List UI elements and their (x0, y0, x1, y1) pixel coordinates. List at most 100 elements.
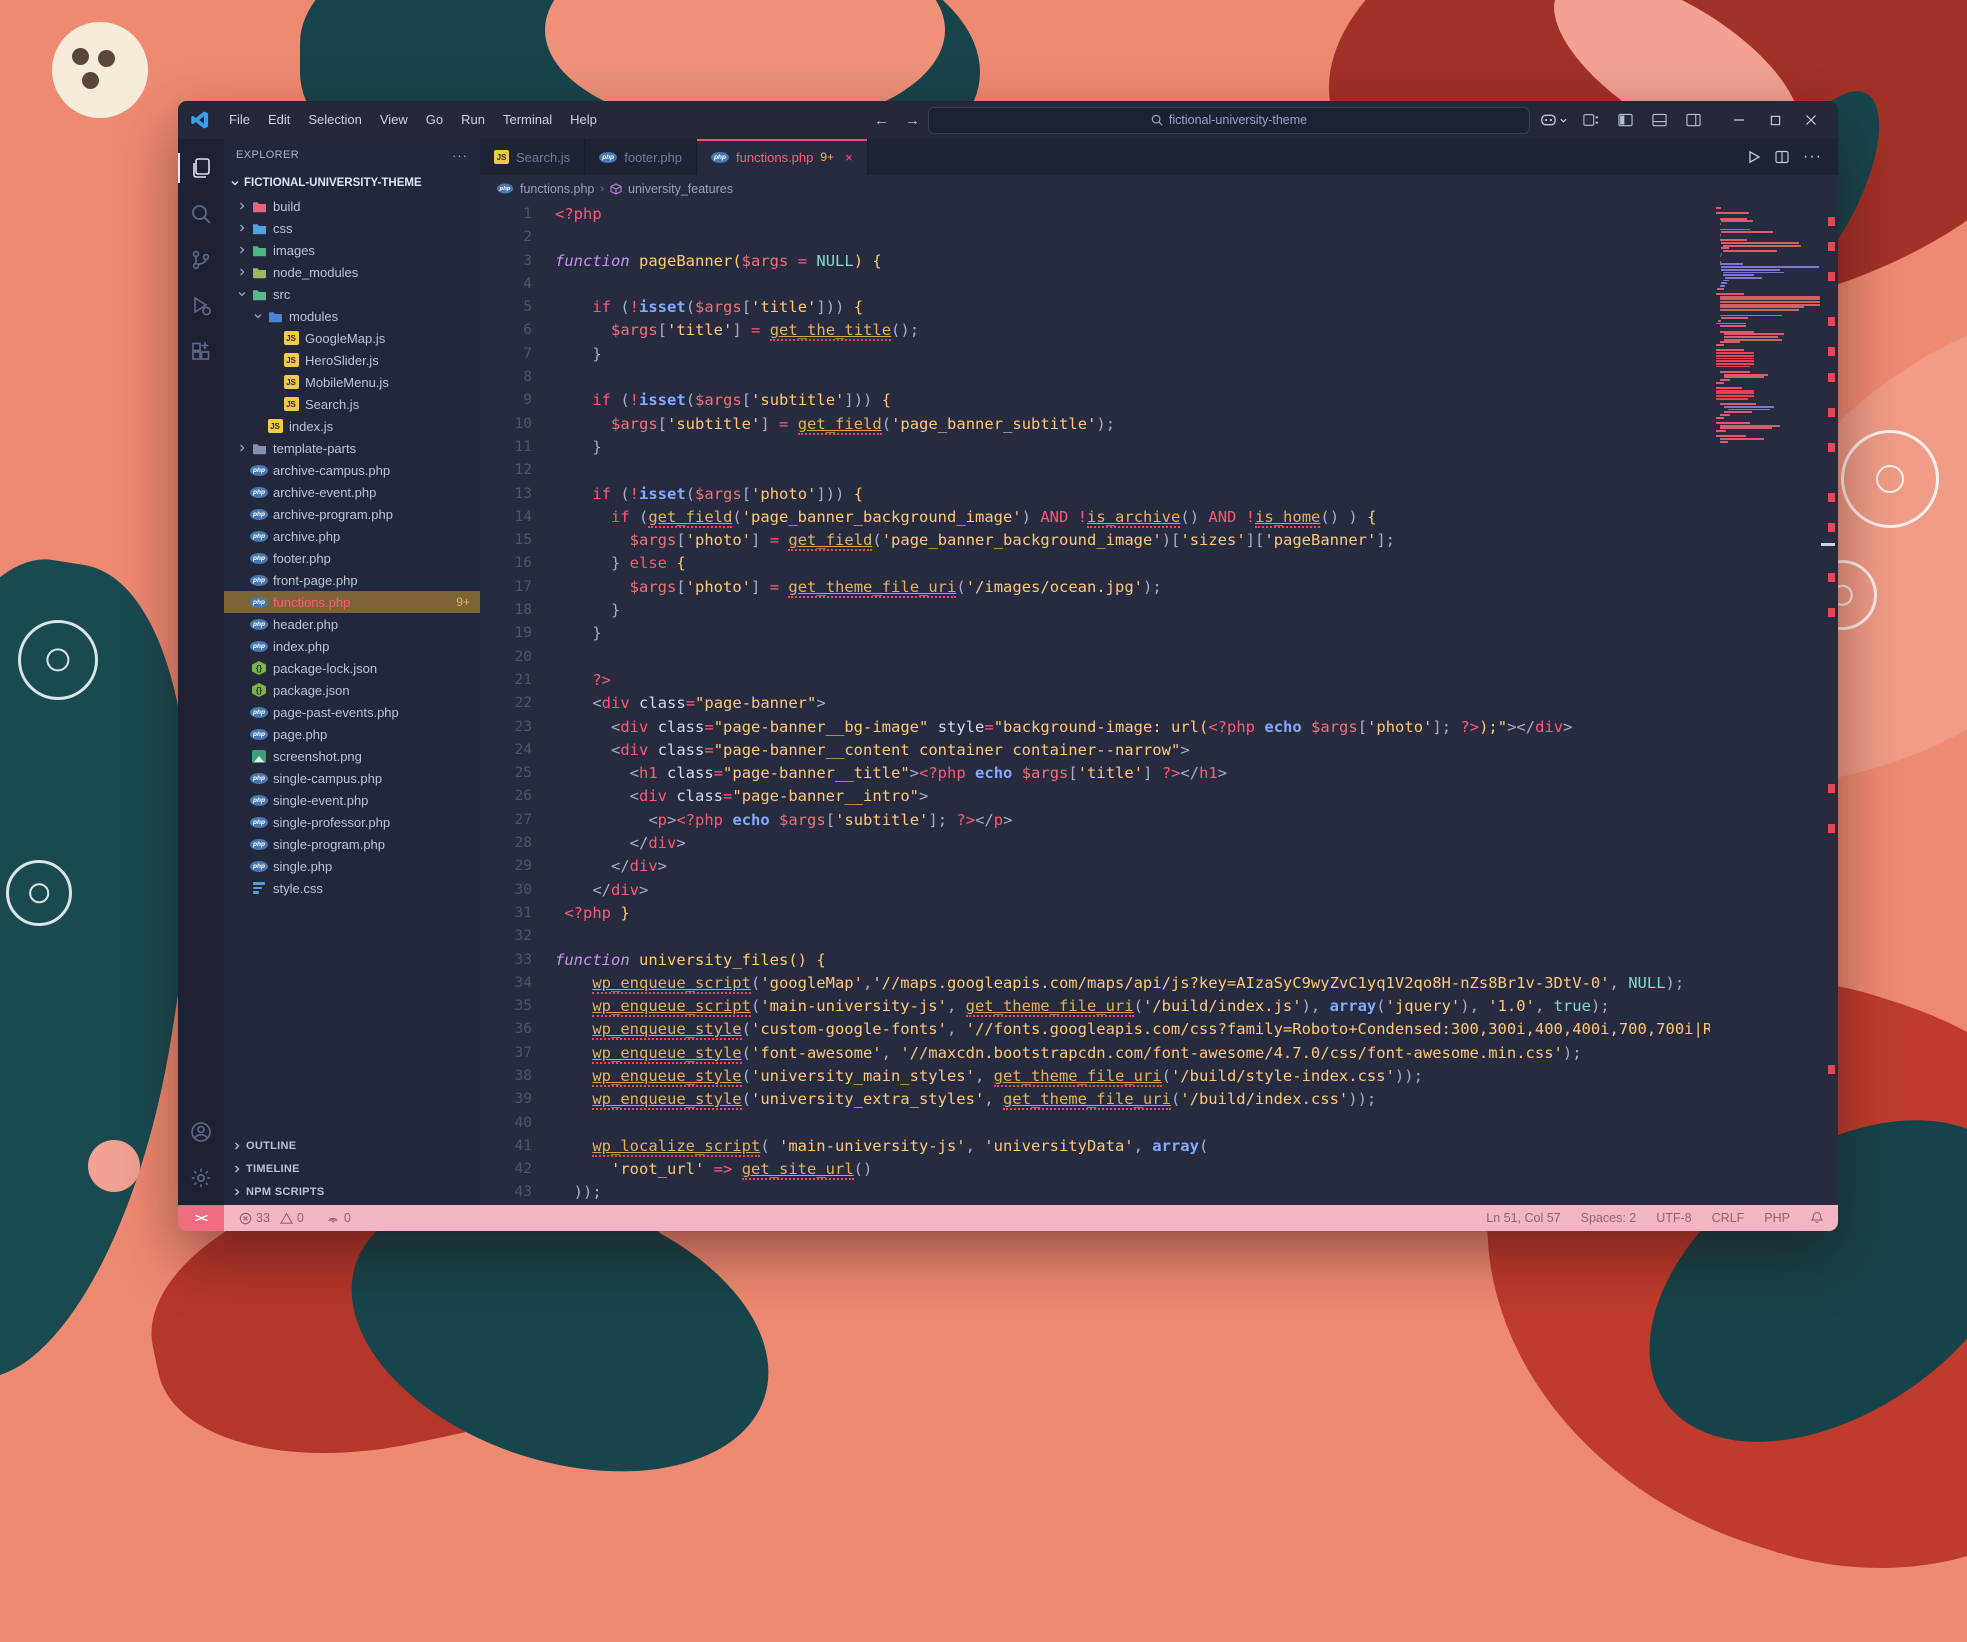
menu-edit[interactable]: Edit (259, 108, 299, 131)
code-line-29[interactable]: 29 </div> (480, 855, 1710, 878)
panel-npm-scripts[interactable]: NPM SCRIPTS (224, 1180, 480, 1203)
tab-footer-php[interactable]: php footer.php (585, 139, 698, 175)
code-line-13[interactable]: 13 if (!isset($args['photo'])) { (480, 483, 1710, 506)
run-file-icon[interactable] (1747, 150, 1761, 164)
code-line-2[interactable]: 2 (480, 226, 1710, 249)
command-center-search[interactable]: fictional-university-theme (928, 106, 1530, 134)
menu-help[interactable]: Help (561, 108, 606, 131)
code-line-10[interactable]: 10 $args['subtitle'] = get_field('page_b… (480, 413, 1710, 436)
code-line-14[interactable]: 14 if (get_field('page_banner_background… (480, 506, 1710, 529)
settings-gear-icon[interactable] (178, 1155, 224, 1201)
code-editor[interactable]: 1 <?php 2 3 function pageBanner($args = NULL… (480, 202, 1710, 1205)
tree-item-archive-event-php[interactable]: php archive-event.php (224, 481, 480, 503)
eol-status[interactable]: CRLF (1712, 1211, 1745, 1225)
tree-item-build[interactable]: build (224, 195, 480, 217)
tree-item-package-lock-json[interactable]: {} package-lock.json (224, 657, 480, 679)
code-line-7[interactable]: 7 } (480, 343, 1710, 366)
code-line-23[interactable]: 23 <div class="page-banner__bg-image" st… (480, 716, 1710, 739)
maximize-button[interactable] (1758, 106, 1792, 134)
tree-item-modules[interactable]: modules (224, 305, 480, 327)
explorer-more-actions[interactable]: ··· (452, 148, 468, 163)
tree-item-node-modules[interactable]: node_modules (224, 261, 480, 283)
customize-layout-icon[interactable] (1576, 107, 1606, 133)
indentation-status[interactable]: Spaces: 2 (1581, 1211, 1637, 1225)
tree-item-template-parts[interactable]: template-parts (224, 437, 480, 459)
run-debug-icon[interactable] (178, 283, 224, 329)
code-line-28[interactable]: 28 </div> (480, 832, 1710, 855)
code-line-21[interactable]: 21 ?> (480, 669, 1710, 692)
menu-view[interactable]: View (371, 108, 417, 131)
code-line-25[interactable]: 25 <h1 class="page-banner__title"><?php … (480, 762, 1710, 785)
source-control-icon[interactable] (178, 237, 224, 283)
tree-item-archive-php[interactable]: php archive.php (224, 525, 480, 547)
code-line-15[interactable]: 15 $args['photo'] = get_field('page_bann… (480, 529, 1710, 552)
tab-functions-php[interactable]: php functions.php 9+ × (697, 139, 868, 175)
code-line-40[interactable]: 40 (480, 1112, 1710, 1135)
toggle-panel-icon[interactable] (1644, 107, 1674, 133)
tree-item-archive-campus-php[interactable]: php archive-campus.php (224, 459, 480, 481)
toggle-secondary-sidebar-icon[interactable] (1678, 107, 1708, 133)
tree-item-googlemap-js[interactable]: JS GoogleMap.js (224, 327, 480, 349)
menu-terminal[interactable]: Terminal (494, 108, 561, 131)
toggle-sidebar-icon[interactable] (1610, 107, 1640, 133)
code-line-30[interactable]: 30 </div> (480, 879, 1710, 902)
tree-item-heroslider-js[interactable]: JS HeroSlider.js (224, 349, 480, 371)
tree-item-single-campus-php[interactable]: php single-campus.php (224, 767, 480, 789)
code-line-6[interactable]: 6 $args['title'] = get_the_title(); (480, 319, 1710, 342)
tree-item-footer-php[interactable]: php footer.php (224, 547, 480, 569)
tree-item-screenshot-png[interactable]: screenshot.png (224, 745, 480, 767)
code-line-37[interactable]: 37 wp_enqueue_style('font-awesome', '//m… (480, 1042, 1710, 1065)
split-editor-icon[interactable] (1775, 150, 1789, 164)
code-line-17[interactable]: 17 $args['photo'] = get_theme_file_uri('… (480, 576, 1710, 599)
tree-item-single-program-php[interactable]: php single-program.php (224, 833, 480, 855)
problems-status[interactable]: 33 0 (232, 1211, 311, 1225)
code-line-11[interactable]: 11 } (480, 436, 1710, 459)
notifications-bell-icon[interactable] (1810, 1211, 1824, 1225)
forward-arrow-icon[interactable]: → (897, 110, 928, 131)
editor-more-actions[interactable]: ··· (1803, 148, 1822, 166)
panel-outline[interactable]: OUTLINE (224, 1134, 480, 1157)
encoding-status[interactable]: UTF-8 (1656, 1211, 1691, 1225)
tree-item-archive-program-php[interactable]: php archive-program.php (224, 503, 480, 525)
tree-item-src[interactable]: src (224, 283, 480, 305)
code-line-27[interactable]: 27 <p><?php echo $args['subtitle']; ?></… (480, 809, 1710, 832)
code-line-5[interactable]: 5 if (!isset($args['title'])) { (480, 296, 1710, 319)
breadcrumb-symbol[interactable]: university_features (628, 182, 733, 196)
code-line-33[interactable]: 33 function university_files() { (480, 949, 1710, 972)
explorer-icon[interactable] (178, 145, 224, 191)
tree-item-package-json[interactable]: {} package.json (224, 679, 480, 701)
menu-file[interactable]: File (220, 108, 259, 131)
tree-item-single-php[interactable]: php single.php (224, 855, 480, 877)
tab-search-js[interactable]: JS Search.js (480, 139, 586, 175)
search-icon[interactable] (178, 191, 224, 237)
panel-timeline[interactable]: TIMELINE (224, 1157, 480, 1180)
code-line-9[interactable]: 9 if (!isset($args['subtitle'])) { (480, 389, 1710, 412)
code-line-36[interactable]: 36 wp_enqueue_style('custom-google-fonts… (480, 1018, 1710, 1041)
tab-close-icon[interactable]: × (845, 150, 853, 165)
code-line-38[interactable]: 38 wp_enqueue_style('university_main_sty… (480, 1065, 1710, 1088)
code-line-34[interactable]: 34 wp_enqueue_script('googleMap','//maps… (480, 972, 1710, 995)
code-line-39[interactable]: 39 wp_enqueue_style('university_extra_st… (480, 1088, 1710, 1111)
close-button[interactable] (1794, 106, 1828, 134)
tree-item-page-php[interactable]: php page.php (224, 723, 480, 745)
workspace-root-folder[interactable]: FICTIONAL-UNIVERSITY-THEME (224, 171, 480, 195)
copilot-button[interactable] (1540, 113, 1568, 127)
code-line-1[interactable]: 1 <?php (480, 203, 1710, 226)
tree-item-images[interactable]: images (224, 239, 480, 261)
code-line-26[interactable]: 26 <div class="page-banner__intro"> (480, 785, 1710, 808)
code-line-41[interactable]: 41 wp_localize_script( 'main-university-… (480, 1135, 1710, 1158)
tree-item-index-js[interactable]: JS index.js (224, 415, 480, 437)
code-line-22[interactable]: 22 <div class="page-banner"> (480, 692, 1710, 715)
tree-item-mobilemenu-js[interactable]: JS MobileMenu.js (224, 371, 480, 393)
tree-item-header-php[interactable]: php header.php (224, 613, 480, 635)
code-line-24[interactable]: 24 <div class="page-banner__content cont… (480, 739, 1710, 762)
code-line-35[interactable]: 35 wp_enqueue_script('main-university-js… (480, 995, 1710, 1018)
tree-item-style-css[interactable]: style.css (224, 877, 480, 899)
tree-item-single-professor-php[interactable]: php single-professor.php (224, 811, 480, 833)
breadcrumb-file[interactable]: functions.php (520, 182, 594, 196)
code-line-42[interactable]: 42 'root_url' => get_site_url() (480, 1158, 1710, 1181)
menu-run[interactable]: Run (452, 108, 494, 131)
code-line-3[interactable]: 3 function pageBanner($args = NULL) { (480, 250, 1710, 273)
menu-go[interactable]: Go (417, 108, 452, 131)
minimap[interactable] (1710, 202, 1838, 1205)
